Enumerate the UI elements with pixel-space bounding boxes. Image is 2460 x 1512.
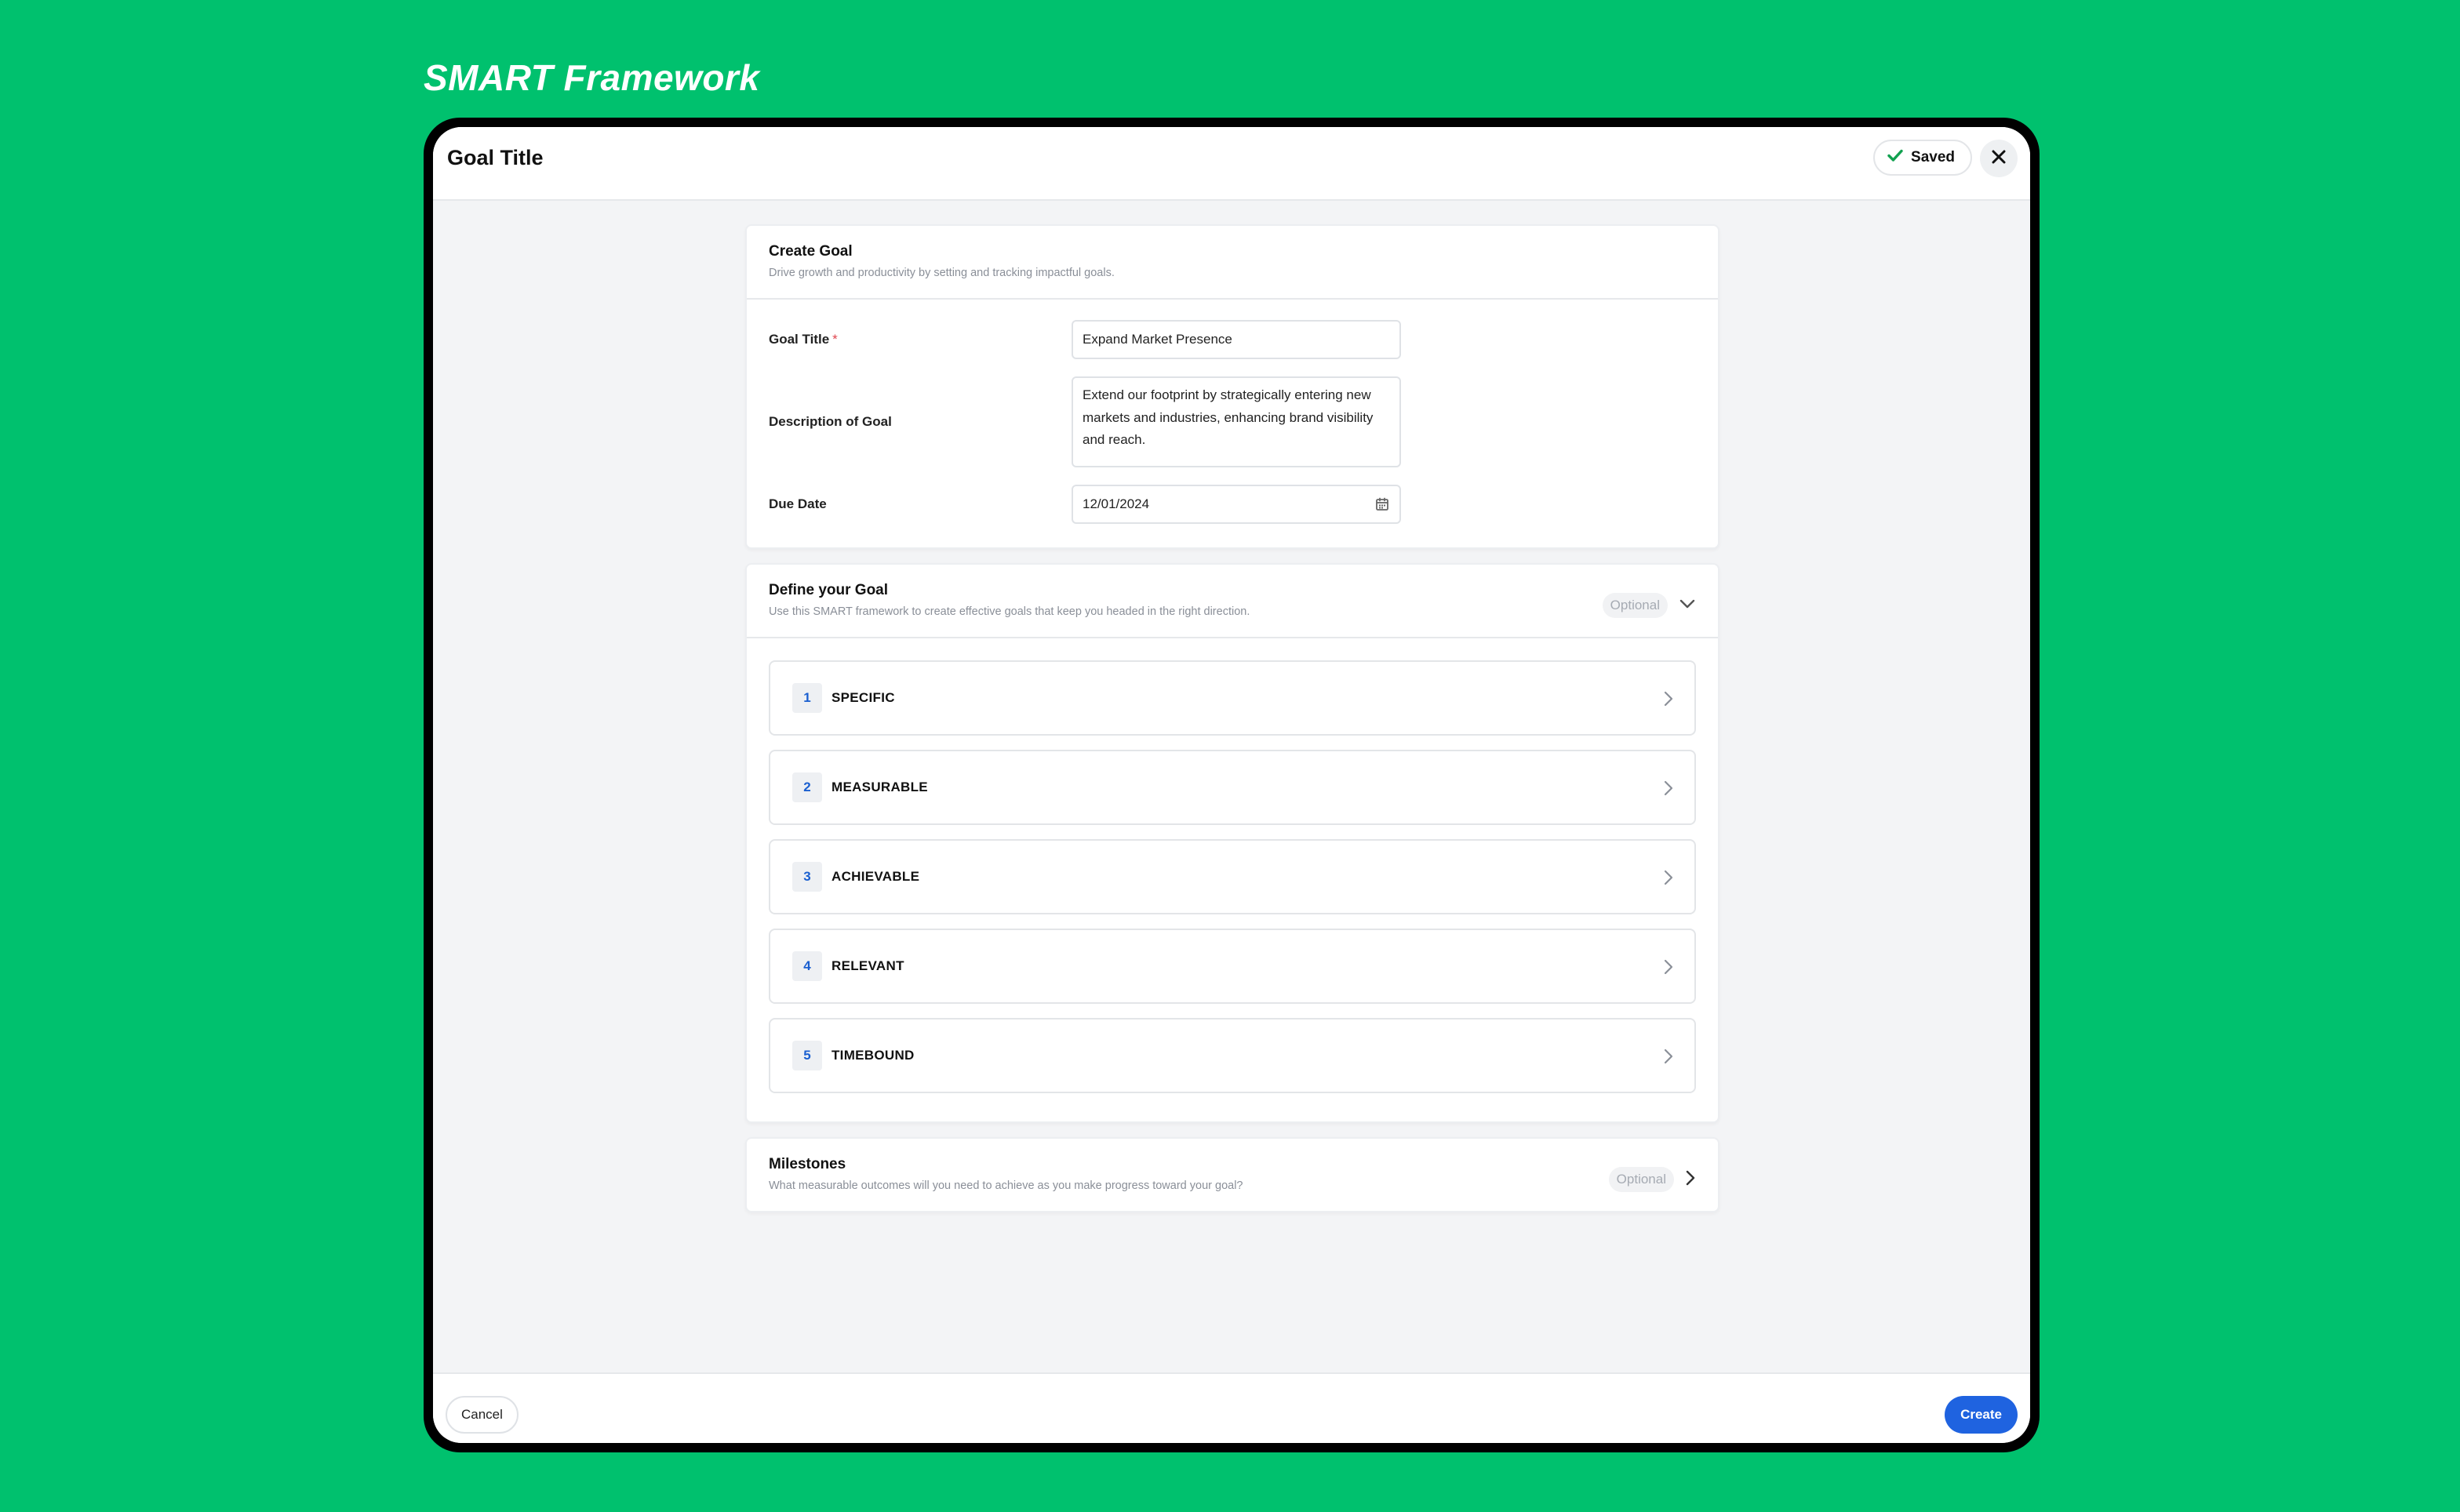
optional-badge: Optional (1602, 593, 1668, 618)
chevron-right-icon (1663, 780, 1674, 801)
step-number-badge: 3 (792, 862, 822, 892)
create-goal-title: Create Goal (769, 243, 853, 260)
create-goal-subtitle: Drive growth and productivity by setting… (769, 267, 1115, 279)
smart-item-label: RELEVANT (832, 958, 904, 973)
description-textarea[interactable]: Extend our footprint by strategically en… (1072, 376, 1401, 467)
calendar-icon[interactable] (1374, 496, 1390, 516)
smart-item-label: ACHIEVABLE (832, 869, 920, 884)
chevron-down-icon[interactable] (1679, 598, 1696, 613)
milestones-controls: Optional (1608, 1167, 1696, 1192)
optional-badge: Optional (1608, 1167, 1674, 1192)
due-date-value: 12/01/2024 (1083, 496, 1150, 511)
chevron-right-icon (1663, 1048, 1674, 1069)
step-number-badge: 5 (792, 1041, 822, 1070)
page-heading: SMART Framework (424, 57, 760, 98)
create-goal-header: Create Goal Drive growth and productivit… (747, 226, 1718, 300)
smart-item-label: TIMEBOUND (832, 1048, 915, 1063)
due-date-row: Due Date 12/01/2024 (769, 485, 1696, 524)
define-goal-title: Define your Goal (769, 582, 889, 598)
device-frame: Goal Title Saved Create Goal Drive growt… (424, 118, 2040, 1452)
create-goal-card: Create Goal Drive growth and productivit… (745, 224, 1719, 549)
modal-header: Goal Title Saved (433, 127, 2030, 201)
goal-form: Create Goal Drive growth and productivit… (745, 224, 1719, 1227)
milestones-card[interactable]: Milestones What measurable outcomes will… (745, 1137, 1719, 1212)
define-goal-controls: Optional (1602, 593, 1696, 618)
modal-title: Goal Title (447, 146, 544, 169)
due-date-label: Due Date (769, 496, 827, 511)
cancel-button[interactable]: Cancel (446, 1396, 519, 1434)
define-goal-subtitle: Use this SMART framework to create effec… (769, 605, 1250, 618)
smart-item-achievable[interactable]: 3 ACHIEVABLE (769, 839, 1696, 914)
step-number-badge: 1 (792, 683, 822, 713)
modal-screen: Goal Title Saved Create Goal Drive growt… (433, 127, 2030, 1443)
milestones-title: Milestones (769, 1156, 846, 1172)
smart-item-specific[interactable]: 1 SPECIFIC (769, 660, 1696, 736)
smart-items-list: 1 SPECIFIC 2 MEASURABLE 3 ACHIEVABLE 4 R… (747, 638, 1718, 1121)
smart-item-timebound[interactable]: 5 TIMEBOUND (769, 1018, 1696, 1093)
chevron-right-icon (1663, 958, 1674, 980)
checkmark-icon (1887, 149, 1903, 166)
smart-item-relevant[interactable]: 4 RELEVANT (769, 929, 1696, 1004)
chevron-right-icon (1663, 869, 1674, 890)
goal-title-input[interactable]: Expand Market Presence (1072, 320, 1401, 359)
define-goal-card: Define your Goal Use this SMART framewor… (745, 563, 1719, 1123)
saved-label: Saved (1911, 149, 1955, 165)
chevron-right-icon (1663, 690, 1674, 711)
required-marker: * (832, 332, 838, 347)
define-goal-header[interactable]: Define your Goal Use this SMART framewor… (747, 565, 1718, 638)
milestones-subtitle: What measurable outcomes will you need t… (769, 1179, 1243, 1192)
due-date-input[interactable]: 12/01/2024 (1072, 485, 1401, 524)
goal-title-row: Goal Title * Expand Market Presence (769, 320, 1696, 359)
create-goal-form: Goal Title * Expand Market Presence Descr… (747, 300, 1718, 547)
modal-footer: Cancel Create (433, 1372, 2030, 1443)
description-row: Description of Goal Extend our footprint… (769, 376, 1696, 467)
step-number-badge: 2 (792, 772, 822, 802)
smart-item-measurable[interactable]: 2 MEASURABLE (769, 750, 1696, 825)
milestones-header: Milestones What measurable outcomes will… (747, 1139, 1718, 1211)
create-button[interactable]: Create (1945, 1396, 2018, 1434)
description-label: Description of Goal (769, 414, 892, 429)
saved-status-button[interactable]: Saved (1873, 140, 1972, 176)
close-button[interactable] (1980, 140, 2018, 177)
chevron-right-icon[interactable] (1685, 1169, 1696, 1190)
close-icon (1991, 149, 2007, 169)
step-number-badge: 4 (792, 951, 822, 981)
goal-title-label: Goal Title * (769, 332, 838, 347)
smart-item-label: SPECIFIC (832, 690, 895, 705)
smart-item-label: MEASURABLE (832, 780, 928, 794)
